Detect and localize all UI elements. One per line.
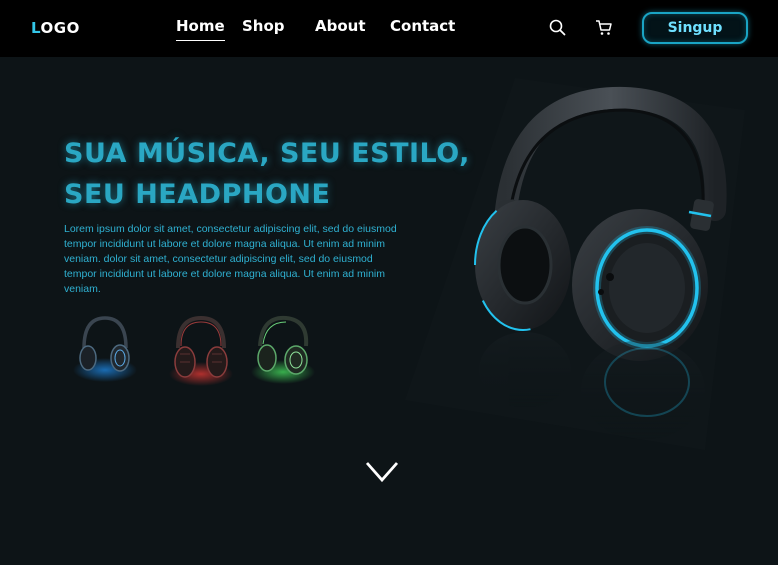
chevron-down-icon[interactable] <box>364 460 400 484</box>
nav-home[interactable]: Home <box>176 17 225 41</box>
description-line: veniam. dolor sit amet, consectetur adip… <box>64 253 373 265</box>
description-line: tempor incididunt ut labore et dolore ma… <box>64 268 386 280</box>
nav-contact[interactable]: Contact <box>390 17 455 35</box>
headphone-thumb-blue[interactable] <box>70 310 140 390</box>
nav-about[interactable]: About <box>315 17 366 35</box>
headphone-thumb-green[interactable] <box>248 310 318 390</box>
navbar: LOGO Home Shop About Contact Singup <box>0 0 778 57</box>
signup-button[interactable]: Singup <box>642 12 748 44</box>
nav-shop[interactable]: Shop <box>242 17 285 35</box>
description-line: Lorem ipsum dolor sit amet, consectetur … <box>64 223 397 235</box>
hero-description: Lorem ipsum dolor sit amet, consectetur … <box>64 222 429 297</box>
headphone-thumb-red[interactable] <box>166 310 236 390</box>
cart-icon[interactable] <box>594 18 614 38</box>
search-icon[interactable] <box>548 18 568 38</box>
hero-headphone-image <box>405 70 750 455</box>
logo-text: OGO <box>40 19 80 37</box>
logo-initial: L <box>31 19 41 37</box>
description-line: veniam. <box>64 283 101 295</box>
logo[interactable]: LOGO <box>31 19 80 37</box>
description-line: tempor incididunt ut labore et dolore ma… <box>64 238 386 250</box>
